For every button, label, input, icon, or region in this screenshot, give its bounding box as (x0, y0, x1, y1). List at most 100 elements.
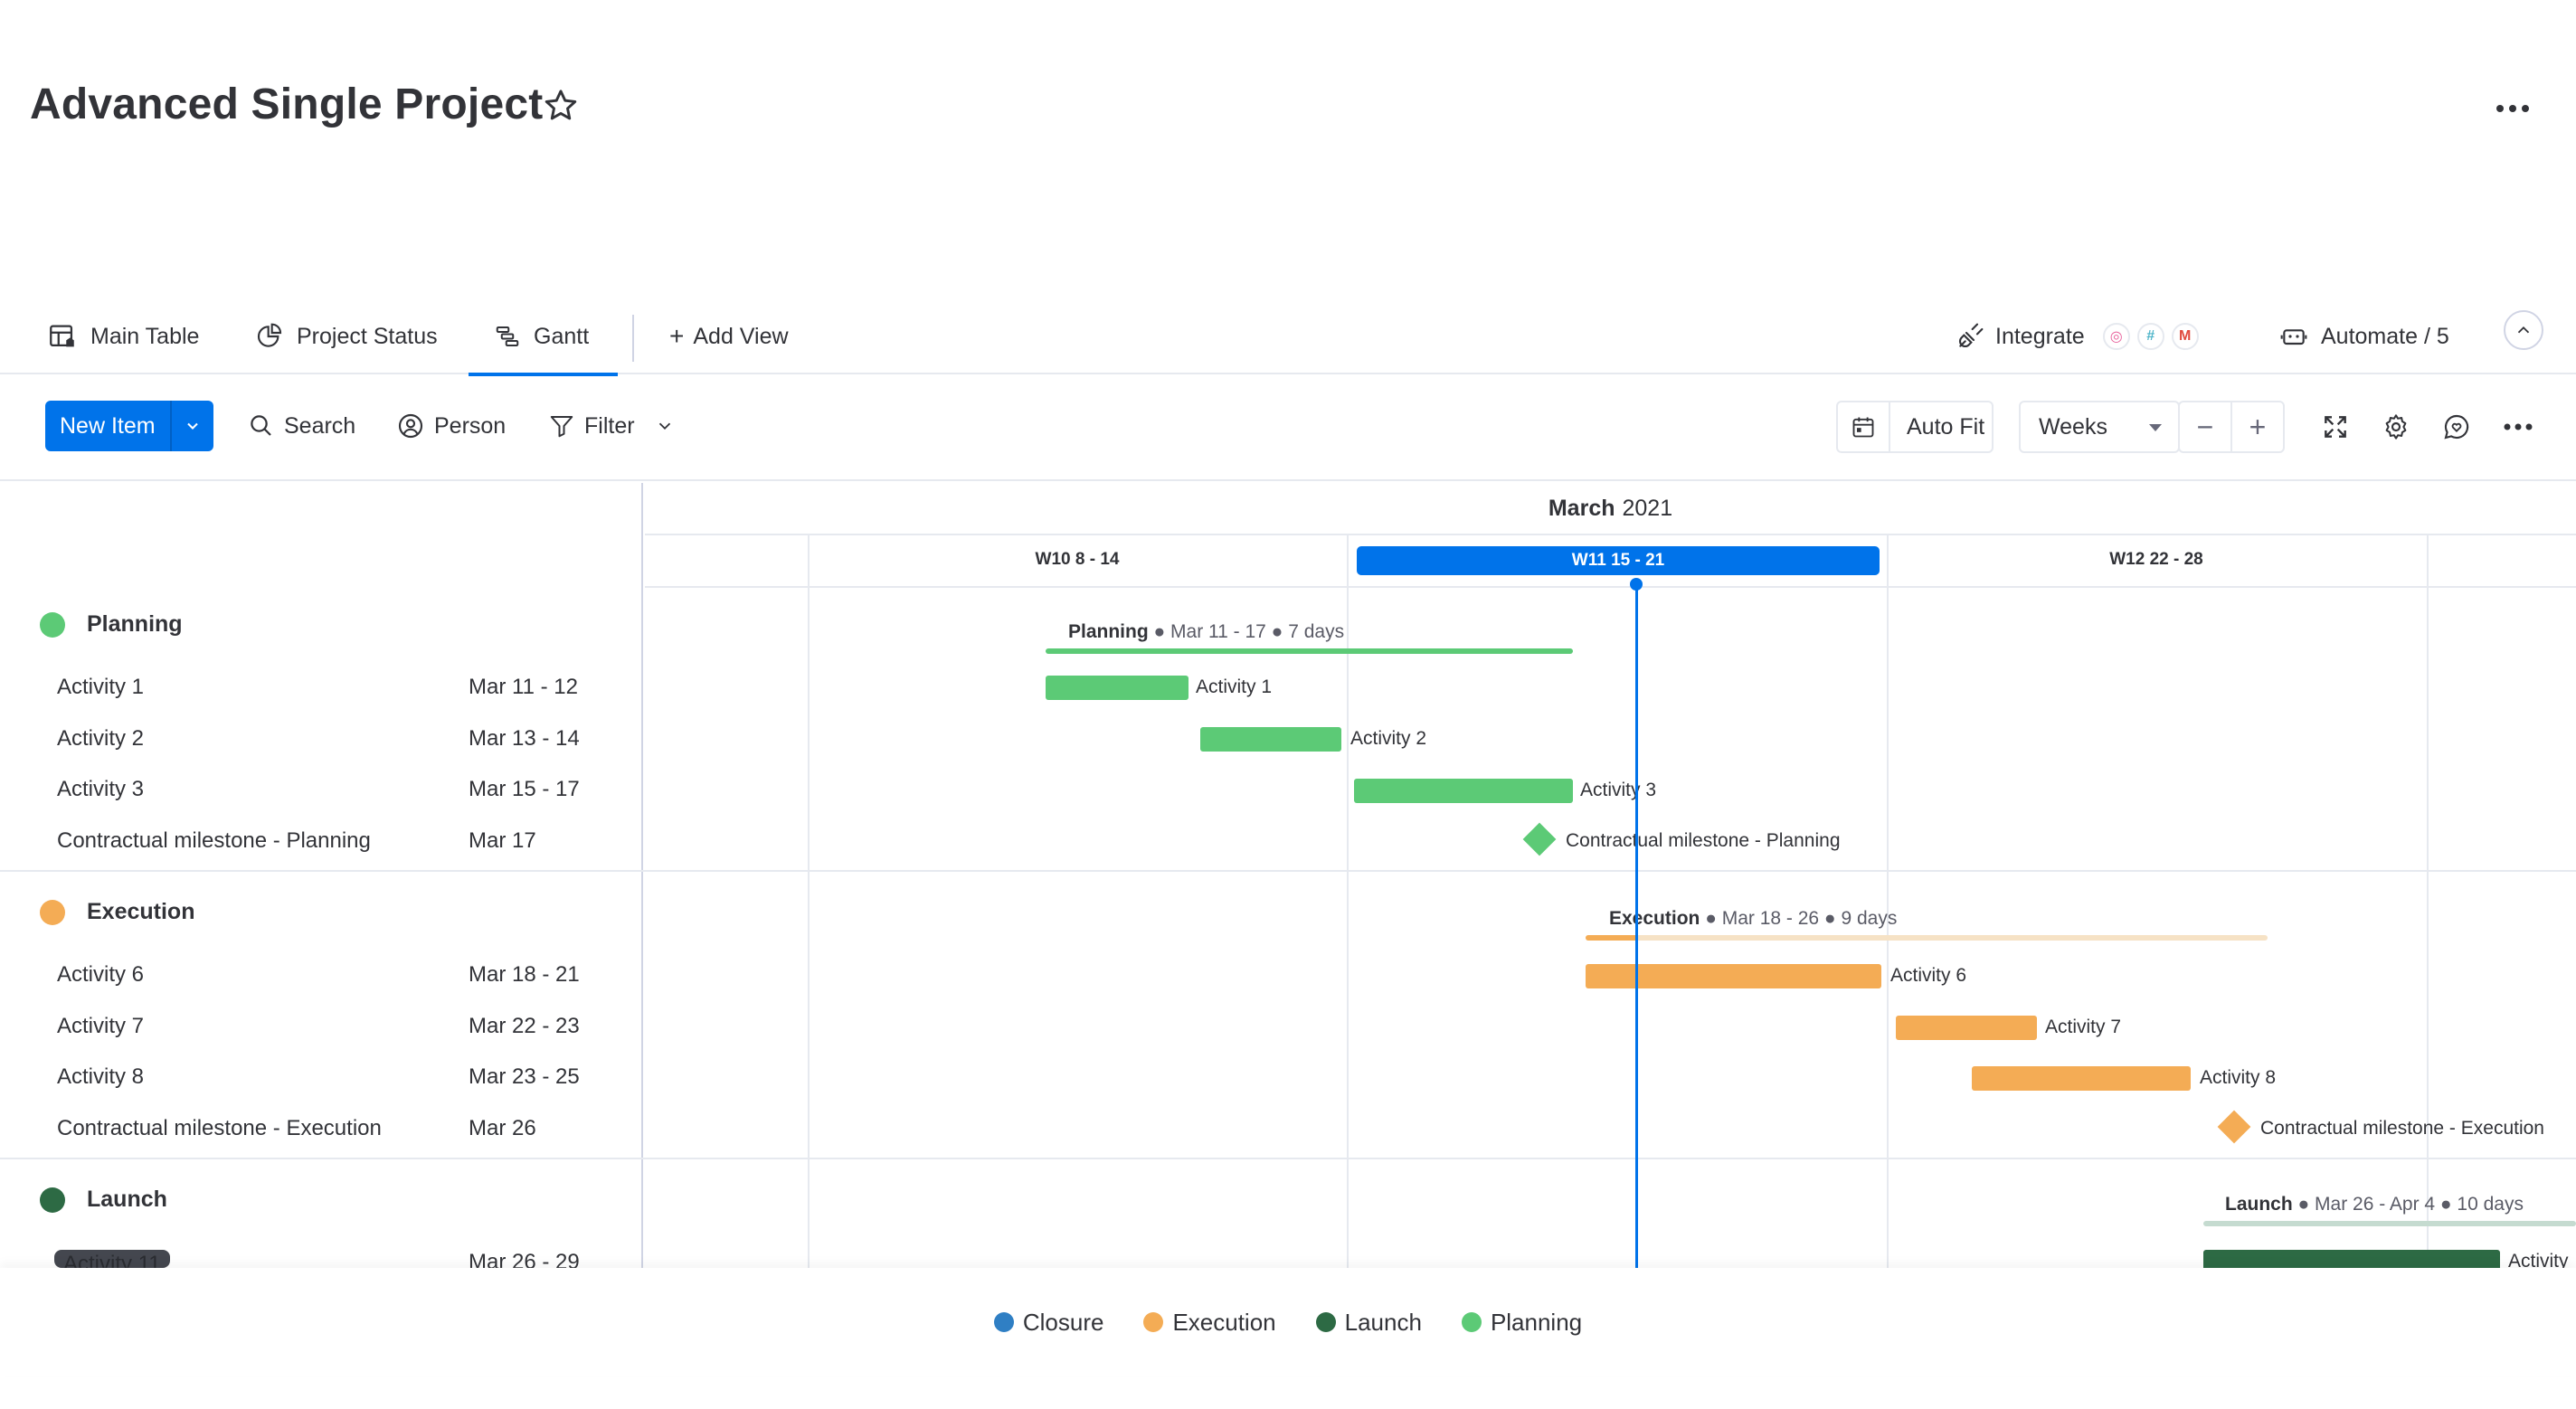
group-header-launch[interactable]: Launch (40, 1187, 167, 1213)
item-date: Mar 13 - 14 (469, 726, 580, 751)
legend-item-execution: Execution (1143, 1308, 1276, 1337)
item-name[interactable]: Contractual milestone - Execution (57, 1116, 382, 1141)
group-summary-label: Planning ● Mar 11 - 17 ● 7 days (1068, 621, 1344, 643)
plus-icon: + (669, 322, 685, 350)
group-summary-bar[interactable] (1586, 935, 2268, 941)
gantt-icon (496, 326, 519, 346)
item-name[interactable]: Activity 2 (57, 726, 144, 752)
summary-group-name: Launch (2225, 1194, 2293, 1215)
filter-button[interactable]: Filter (548, 401, 684, 451)
star-icon[interactable] (541, 86, 581, 126)
item-name[interactable]: Contractual milestone - Planning (57, 828, 371, 854)
auto-fit-label: Auto Fit (1907, 413, 1985, 440)
page-title: Advanced Single Project (30, 80, 544, 128)
new-item-dropdown[interactable] (172, 417, 213, 435)
item-name[interactable]: Activity 3 (57, 777, 144, 802)
legend-dot (1315, 1312, 1336, 1332)
group-summary-bar[interactable] (2203, 1221, 2576, 1226)
task-bar-label: Activity 8 (2200, 1067, 2277, 1088)
group-summary-bar[interactable] (1046, 648, 1573, 654)
gear-icon (2385, 414, 2407, 440)
item-name[interactable]: Activity 8 (57, 1064, 144, 1090)
integrate-label: Integrate (1995, 323, 2085, 349)
task-bar-label: Activity 7 (2045, 1017, 2122, 1037)
item-date: Mar 17 (469, 828, 536, 853)
group-divider (0, 870, 645, 872)
tab-project-status[interactable]: Project Status (255, 298, 438, 374)
item-name[interactable]: Activity 6 (57, 962, 144, 988)
task-bar[interactable] (1896, 1016, 2037, 1040)
task-bar[interactable] (1046, 676, 1189, 700)
milestone-label: Contractual milestone - Planning (1566, 830, 1841, 851)
collapse-header-button[interactable] (2504, 310, 2543, 350)
month-year: 2021 (1622, 495, 1673, 521)
task-bar[interactable] (1200, 727, 1341, 752)
tab-gantt[interactable]: Gantt (468, 298, 619, 376)
filter-label: Filter (584, 412, 635, 439)
task-bar-label: Activity 3 (1580, 780, 1657, 800)
group-summary-label: Execution ● Mar 18 - 26 ● 9 days (1609, 908, 1897, 930)
item-name[interactable]: Activity 1 (57, 675, 144, 700)
task-bar[interactable] (2203, 1250, 2500, 1268)
task-bar-label: Activity 6 (1890, 965, 1967, 986)
legend-item-launch: Launch (1315, 1309, 1422, 1337)
auto-fit-button[interactable]: Auto Fit (1836, 401, 1994, 453)
search-button[interactable]: Search (248, 401, 355, 451)
milestone-label: Contractual milestone - Execution (2260, 1118, 2544, 1139)
group-header-planning[interactable]: Planning (40, 611, 183, 638)
legend-label: Planning (1490, 1308, 1583, 1336)
item-date: Mar 22 - 23 (469, 1014, 580, 1038)
automate-label: Automate / 5 (2321, 323, 2449, 349)
minus-icon: − (2196, 410, 2214, 443)
group-header-execution[interactable]: Execution (40, 899, 194, 925)
more-options-icon[interactable] (2492, 90, 2533, 127)
tab-gantt-label: Gantt (534, 323, 590, 349)
task-bar[interactable] (1354, 779, 1573, 803)
person-label: Person (434, 412, 507, 439)
milestone-diamond[interactable] (1522, 822, 1557, 856)
legend-label: Execution (1172, 1308, 1276, 1336)
zoom-in-button[interactable]: + (2232, 402, 2283, 451)
milestone-diamond[interactable] (2217, 1110, 2251, 1144)
item-name[interactable]: Activity 7 (57, 1014, 144, 1039)
settings-button[interactable] (2378, 409, 2414, 445)
month-name: March (1548, 495, 1615, 521)
week-label: W12 22 - 28 (2109, 550, 2203, 569)
view-tabs: Main Table Project Status Gantt + Add Vi… (0, 298, 2576, 376)
integration-logo-icon: ◎ (2102, 323, 2130, 350)
today-line (1635, 584, 1638, 1268)
summary-detail: ● Mar 11 - 17 ● 7 days (1148, 621, 1345, 642)
chevron-down-icon[interactable] (655, 416, 675, 436)
group-color-dot (40, 899, 65, 925)
automate-button[interactable]: Automate / 5 (2279, 298, 2449, 374)
time-scale-select[interactable]: Weeks (2019, 401, 2180, 453)
legend-dot (1461, 1312, 1482, 1332)
caret-down-icon (2149, 424, 2162, 431)
zoom-out-button[interactable]: − (2180, 402, 2232, 451)
add-view-button[interactable]: + Add View (669, 298, 789, 374)
new-item-button[interactable]: New Item (45, 401, 213, 451)
task-bar[interactable] (1972, 1066, 2191, 1091)
item-name-dragging[interactable]: Activity 11 (54, 1250, 170, 1268)
group-divider (645, 1158, 2576, 1159)
zoom-controls: − + (2178, 401, 2285, 453)
item-date: Mar 23 - 25 (469, 1064, 580, 1089)
person-filter-button[interactable]: Person (396, 401, 506, 451)
item-date: Mar 11 - 12 (469, 675, 578, 699)
toolbar-more-button[interactable] (2500, 409, 2536, 445)
person-icon (398, 413, 423, 439)
tab-divider (632, 315, 634, 362)
plus-icon: + (2249, 410, 2267, 443)
task-bar[interactable] (1586, 964, 1881, 988)
tab-main-table[interactable]: Main Table (47, 298, 199, 374)
summary-group-name: Planning (1068, 621, 1149, 642)
updates-button[interactable] (2439, 409, 2475, 445)
item-date: Mar 18 - 21 (469, 962, 580, 987)
integrate-button[interactable]: Integrate ◎ # M (1956, 298, 2199, 374)
group-color-dot (40, 611, 65, 638)
group-summary-progress (1586, 935, 1638, 941)
group-divider (0, 1158, 645, 1159)
week-label-current: W11 15 - 21 (1357, 546, 1880, 575)
fullscreen-button[interactable] (2317, 409, 2353, 445)
board-toolbar: New Item Search Person Filter Auto Fit W… (0, 374, 2576, 481)
